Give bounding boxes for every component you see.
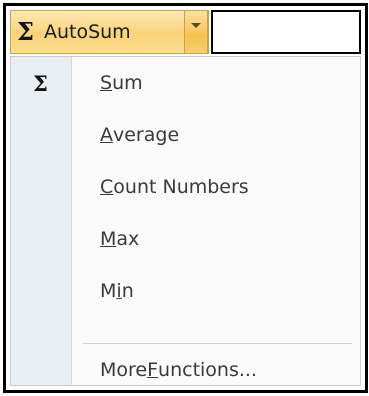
menu-item-sum-accel: S <box>100 72 113 94</box>
menu-item-max-accel: M <box>100 228 117 250</box>
menu-item-average-rest: verage <box>113 124 180 146</box>
menu-item-average[interactable]: Average <box>71 109 360 161</box>
sigma-icon: Σ <box>33 71 48 96</box>
menu-item-count-numbers-accel: C <box>100 176 114 198</box>
menu-item-average-accel: A <box>100 124 113 146</box>
menu-item-min-pre: M <box>100 280 117 302</box>
menu-item-sum[interactable]: Sum <box>71 57 360 109</box>
autosum-button[interactable]: Σ AutoSum <box>10 10 209 54</box>
menu-item-count-numbers[interactable]: Count Numbers <box>71 161 360 213</box>
menu-item-more-functions-pre: More <box>100 359 148 381</box>
menu-item-max-rest: ax <box>116 228 140 250</box>
menu-icon-gutter <box>11 57 72 385</box>
menu-item-more-functions-accel: F <box>147 359 159 381</box>
sigma-icon: Σ <box>17 17 34 46</box>
menu-item-sum-rest: um <box>112 72 143 94</box>
autosum-label: AutoSum <box>43 21 131 43</box>
blank-field <box>211 10 361 54</box>
autosum-menu: Σ Sum Average Count Numbers Max Min More… <box>10 56 361 386</box>
screenshot-frame: Σ AutoSum Σ Sum Average Count Numbers Ma… <box>3 3 368 393</box>
menu-item-min[interactable]: Min <box>71 265 360 317</box>
menu-item-count-numbers-rest: ount Numbers <box>113 176 249 198</box>
autosum-dropdown-button[interactable] <box>184 10 208 54</box>
menu-item-min-rest: n <box>121 280 134 302</box>
menu-item-more-functions[interactable]: More Functions... <box>71 344 360 396</box>
menu-item-max[interactable]: Max <box>71 213 360 265</box>
chevron-down-icon <box>191 23 201 28</box>
menu-item-more-functions-rest: unctions... <box>158 359 257 381</box>
